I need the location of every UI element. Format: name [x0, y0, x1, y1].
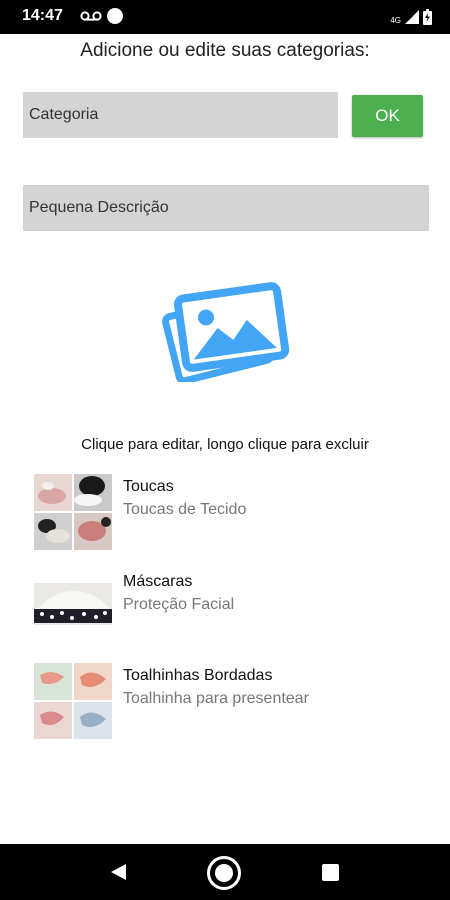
status-time: 14:47: [22, 7, 63, 24]
category-thumbnail: [34, 569, 112, 645]
battery-icon: [423, 9, 432, 25]
description-input[interactable]: Pequena Descrição: [23, 185, 429, 231]
list-item[interactable]: Máscaras Proteção Facial: [34, 569, 434, 649]
category-thumbnail: [34, 474, 112, 550]
hint-text: Clique para editar, longo clique para ex…: [81, 436, 369, 453]
item-subtitle: Toucas de Tecido: [123, 501, 247, 518]
list-item[interactable]: Toucas Toucas de Tecido: [34, 474, 434, 554]
item-subtitle: Toalhinha para presentear: [123, 690, 309, 707]
list-item[interactable]: Toalhinhas Bordadas Toalhinha para prese…: [34, 663, 434, 743]
item-title: Máscaras: [123, 573, 193, 590]
ok-button[interactable]: OK: [352, 95, 423, 137]
image-gallery-icon[interactable]: [160, 282, 290, 382]
status-icons: 4G: [390, 7, 432, 27]
status-bar: 14:47 4G: [0, 0, 450, 34]
navigation-bar: [0, 844, 450, 900]
item-subtitle: Proteção Facial: [123, 596, 235, 613]
notification-dot-icon: [107, 8, 123, 24]
voicemail-icon: [80, 11, 102, 21]
category-thumbnail: [34, 663, 112, 739]
recents-icon[interactable]: [322, 864, 339, 881]
item-title: Toucas: [123, 478, 174, 495]
network-type: 4G: [390, 15, 401, 25]
signal-icon: [405, 10, 419, 24]
home-icon[interactable]: [206, 855, 242, 891]
item-title: Toalhinhas Bordadas: [123, 667, 273, 684]
page-title: Adicione ou edite suas categorias:: [80, 40, 370, 61]
category-input[interactable]: Categoria: [23, 92, 338, 138]
back-icon[interactable]: [108, 862, 128, 882]
